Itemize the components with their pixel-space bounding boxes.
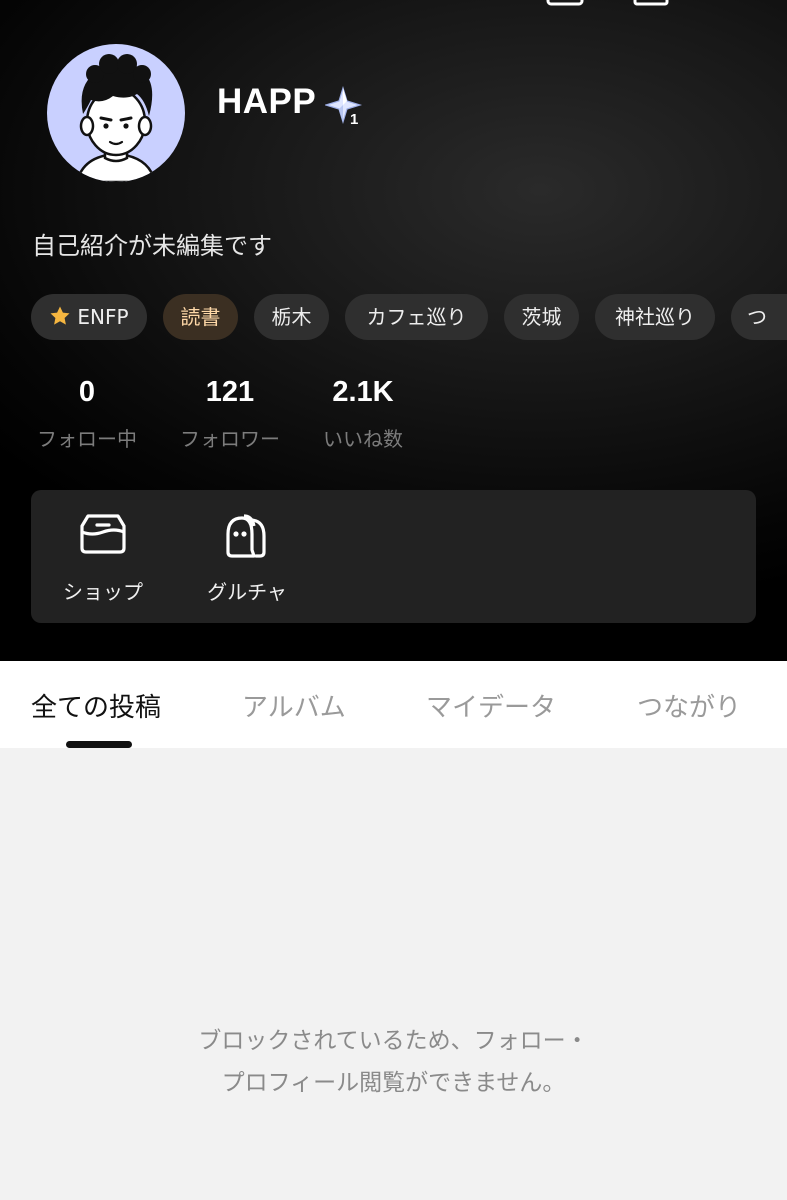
tag-list: ENFP 読書 栃木 カフェ巡り 茨城 神社巡り つ [31, 294, 787, 342]
group-chat-label: グルチャ [207, 580, 287, 604]
sparkle-rank-icon[interactable]: 1 [323, 85, 367, 132]
tab-indicator [66, 741, 132, 748]
tab-album[interactable]: アルバム [242, 687, 346, 724]
tag-item[interactable]: つ [731, 294, 787, 340]
username: HAPP [217, 82, 317, 121]
tab-connections[interactable]: つながり [637, 687, 741, 724]
tag-item[interactable]: カフェ巡り [345, 294, 488, 340]
tag-item[interactable]: 読書 [163, 294, 238, 340]
tab-bar: 全ての投稿 アルバム マイデータ つながり [0, 661, 787, 748]
back-arrow-icon[interactable] [34, 0, 64, 12]
group-chat-icon [222, 512, 272, 564]
blocked-message: ブロックされているため、フォロー・ プロフィール閲覧ができません。 [198, 1028, 589, 1096]
following-label[interactable]: フォロー中 [22, 423, 152, 452]
tag-item[interactable]: 神社巡り [595, 294, 715, 340]
tag-item[interactable]: ENFP [31, 294, 147, 340]
rank-level: 1 [350, 111, 358, 128]
cartoon-boy-avatar-icon [75, 54, 157, 182]
tag-item[interactable]: 茨城 [504, 294, 579, 340]
shop-button[interactable]: ショップ [33, 490, 173, 623]
ticket-icon[interactable] [545, 0, 589, 12]
shortcut-panel: ショップ グルチャ [31, 490, 756, 623]
shop-icon [78, 512, 128, 560]
likes-label: いいね数 [323, 427, 403, 451]
avatar[interactable] [47, 44, 185, 182]
followers-count[interactable]: 121 [180, 376, 280, 409]
tab-all-posts[interactable]: 全ての投稿 [31, 687, 161, 724]
shop-label: ショップ [63, 580, 143, 604]
likes-count: 2.1K [332, 376, 394, 408]
following-count[interactable]: 0 [47, 376, 127, 409]
profile-header: HAPP 1 自己紹介が未編集です ENFP 読書 栃木 カフェ巡り 茨城 神社… [0, 0, 787, 661]
star-icon [49, 297, 71, 342]
posts-area: ブロックされているため、フォロー・ プロフィール閲覧ができません。 [0, 748, 787, 1200]
followers-label[interactable]: フォロワー [165, 423, 295, 452]
bio-text: 自己紹介が未編集です [32, 232, 272, 260]
menu-icon[interactable] [632, 0, 672, 12]
tag-item[interactable]: 栃木 [254, 294, 329, 340]
tab-my-data[interactable]: マイデータ [426, 687, 556, 724]
group-chat-button[interactable]: グルチャ [177, 490, 317, 623]
